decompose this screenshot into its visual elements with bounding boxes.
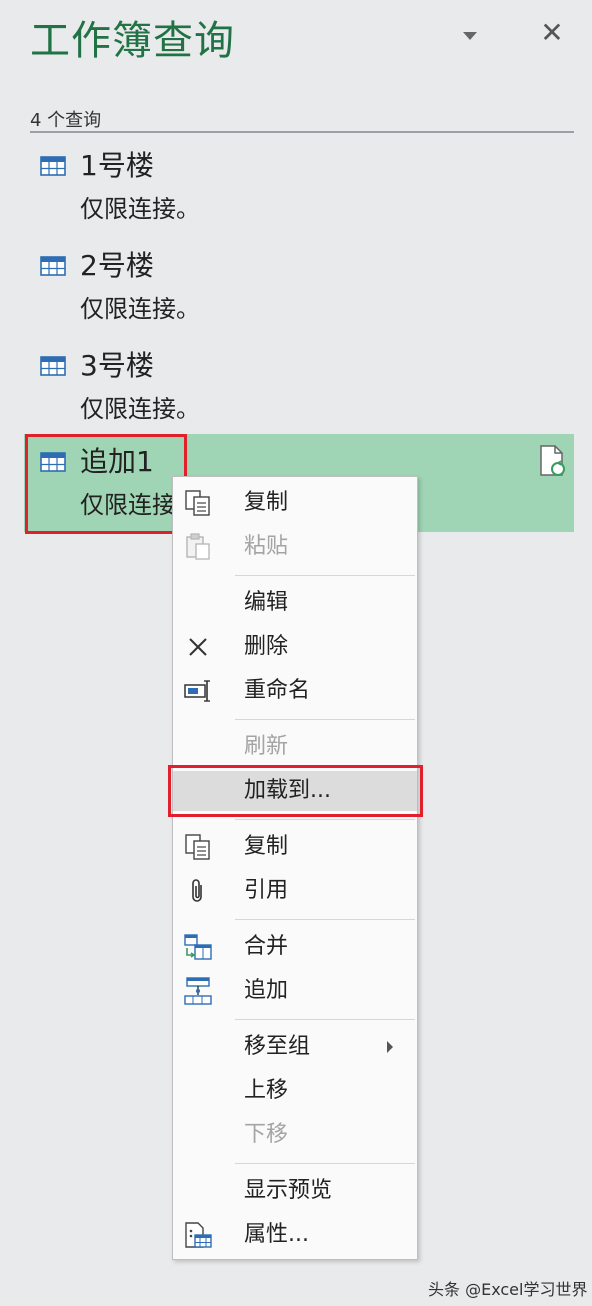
watermark-text: 头条 @Excel学习世界: [428, 1280, 588, 1299]
table-icon: [40, 256, 66, 276]
menu-item-properties[interactable]: 属性...: [173, 1215, 417, 1255]
properties-icon: [185, 1222, 212, 1248]
menu-separator: [235, 719, 415, 720]
menu-item-append[interactable]: 追加: [173, 971, 417, 1011]
table-icon: [40, 452, 66, 472]
menu-item-edit[interactable]: 编辑: [173, 583, 417, 623]
close-icon: ✕: [540, 15, 564, 49]
menu-item-show-preview[interactable]: 显示预览: [173, 1171, 417, 1211]
delete-x-icon: [189, 638, 207, 656]
menu-label: 重命名: [244, 678, 311, 703]
menu-item-paste[interactable]: 粘贴: [173, 527, 417, 567]
query-status: 仅限连接。: [80, 295, 200, 323]
table-icon: [40, 156, 66, 176]
refresh-document-icon[interactable]: [538, 444, 566, 478]
menu-separator: [235, 575, 415, 576]
menu-label: 加载到...: [244, 778, 331, 803]
copy-icon: [185, 490, 210, 516]
append-icon: [184, 977, 212, 1005]
menu-label: 移至组: [244, 1034, 311, 1059]
menu-label: 上移: [244, 1078, 289, 1103]
query-item-3[interactable]: 3号楼 仅限连接。: [24, 340, 574, 432]
submenu-arrow-icon: [387, 1041, 393, 1053]
menu-label: 追加: [244, 978, 289, 1003]
query-name: 追加1: [80, 445, 154, 478]
menu-label: 复制: [244, 834, 289, 859]
menu-item-refresh[interactable]: 刷新: [173, 727, 417, 767]
menu-label: 粘贴: [244, 534, 289, 559]
menu-label: 编辑: [244, 590, 289, 615]
menu-item-reference[interactable]: 引用: [173, 871, 417, 911]
menu-item-move-down[interactable]: 下移: [173, 1115, 417, 1155]
query-name: 3号楼: [80, 349, 154, 382]
paperclip-icon: [192, 879, 202, 902]
query-count-label: 4 个查询: [30, 110, 102, 131]
menu-separator: [235, 1019, 415, 1020]
menu-label: 引用: [244, 878, 289, 903]
panel-options-dropdown[interactable]: [452, 18, 488, 54]
dropdown-triangle-icon: [463, 32, 477, 40]
close-button[interactable]: ✕: [532, 12, 572, 52]
menu-item-rename[interactable]: 重命名: [173, 671, 417, 711]
query-name: 1号楼: [80, 149, 154, 182]
query-status: 仅限连接。: [80, 195, 200, 223]
menu-label: 显示预览: [244, 1178, 333, 1203]
merge-icon: [184, 934, 212, 960]
menu-label: 删除: [244, 634, 289, 659]
menu-separator: [235, 919, 415, 920]
menu-separator: [235, 1163, 415, 1164]
menu-item-move-up[interactable]: 上移: [173, 1071, 417, 1111]
menu-label: 复制: [244, 490, 289, 515]
menu-item-merge[interactable]: 合并: [173, 927, 417, 967]
menu-label: 刷新: [244, 734, 289, 759]
table-icon: [40, 356, 66, 376]
menu-item-move-to-group[interactable]: 移至组: [173, 1027, 417, 1067]
menu-item-copy[interactable]: 复制: [173, 483, 417, 523]
menu-item-load-to[interactable]: 加载到...: [173, 771, 417, 811]
paste-icon: [186, 533, 210, 560]
duplicate-icon: [185, 834, 210, 860]
query-item-2[interactable]: 2号楼 仅限连接。: [24, 240, 574, 332]
header-divider: [30, 131, 574, 133]
menu-label: 下移: [244, 1122, 289, 1147]
context-menu: 复制 粘贴 编辑 删除 重命名 刷新 加载到... 复制 引用 合并 追加 移至…: [172, 476, 418, 1260]
menu-item-duplicate[interactable]: 复制: [173, 827, 417, 867]
menu-label: 合并: [244, 934, 289, 959]
panel-title: 工作簿查询: [30, 18, 235, 64]
query-name: 2号楼: [80, 249, 154, 282]
menu-item-delete[interactable]: 删除: [173, 627, 417, 667]
menu-separator: [235, 819, 415, 820]
rename-icon: [184, 680, 210, 702]
query-status: 仅限连接。: [80, 395, 200, 423]
query-item-1[interactable]: 1号楼 仅限连接。: [24, 140, 574, 232]
menu-label: 属性...: [244, 1222, 309, 1247]
